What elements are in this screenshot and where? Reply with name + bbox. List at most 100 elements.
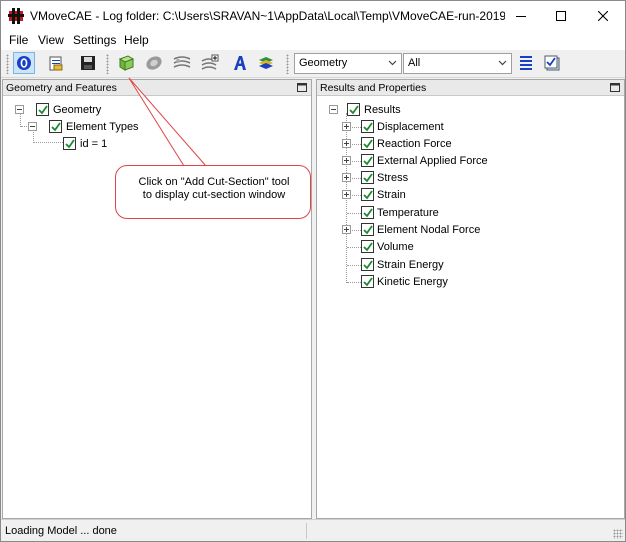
tree-node-strain[interactable]: Strain bbox=[342, 187, 602, 203]
tree-node-stress[interactable]: Stress bbox=[342, 170, 602, 186]
checkbox[interactable] bbox=[361, 258, 374, 271]
window-title: VMoveCAE - Log folder: C:\Users\SRAVAN~1… bbox=[30, 9, 505, 23]
panel-restore-icon[interactable] bbox=[610, 83, 620, 92]
surface-icon bbox=[173, 56, 191, 68]
tree-connector bbox=[347, 265, 361, 266]
app-window: VMoveCAE - Log folder: C:\Users\SRAVAN~1… bbox=[0, 0, 626, 542]
open-file-button[interactable] bbox=[45, 52, 67, 74]
menu-help[interactable]: Help bbox=[124, 33, 149, 47]
close-button[interactable] bbox=[581, 1, 625, 31]
minimize-button[interactable] bbox=[499, 1, 543, 31]
scene-type-combo[interactable]: Geometry bbox=[294, 53, 402, 74]
checkmark-icon bbox=[363, 173, 373, 183]
toolbar-grip[interactable] bbox=[106, 54, 109, 74]
tree-node-volume[interactable]: Volume bbox=[342, 239, 602, 255]
checkbox[interactable] bbox=[361, 171, 374, 184]
expand-icon[interactable] bbox=[342, 122, 351, 131]
tree-node-external-applied-force[interactable]: External Applied Force bbox=[342, 153, 602, 169]
minimize-icon bbox=[516, 16, 526, 17]
load-model-button[interactable] bbox=[13, 52, 35, 74]
checkmark-icon bbox=[65, 139, 75, 149]
tree-connector bbox=[20, 113, 21, 127]
panel-title: Results and Properties bbox=[320, 82, 427, 94]
iso-surface-button[interactable] bbox=[143, 52, 165, 74]
tree-node-strain-energy[interactable]: Strain Energy bbox=[342, 257, 602, 273]
panel-header: Results and Properties bbox=[317, 80, 624, 96]
tree-node-label: Kinetic Energy bbox=[377, 276, 448, 288]
tree-node-kinetic-energy[interactable]: Kinetic Energy bbox=[342, 274, 602, 290]
menu-view[interactable]: View bbox=[38, 33, 64, 47]
panel-restore-icon[interactable] bbox=[297, 83, 307, 92]
tree-node-label: id = 1 bbox=[80, 138, 108, 150]
title-bar[interactable]: VMoveCAE - Log folder: C:\Users\SRAVAN~1… bbox=[1, 1, 625, 31]
checkmark-icon bbox=[363, 156, 373, 166]
tree-node-label: Reaction Force bbox=[377, 138, 452, 150]
tree-node-element-nodal-force[interactable]: Element Nodal Force bbox=[342, 222, 602, 238]
results-properties-panel: Results and Properties Results Displacem… bbox=[316, 79, 625, 519]
tree-node-label: Temperature bbox=[377, 207, 439, 219]
expand-icon[interactable] bbox=[342, 173, 351, 182]
tree-node-temperature[interactable]: Temperature bbox=[342, 205, 602, 221]
menu-bar: File View Settings Help bbox=[1, 31, 625, 50]
collapse-icon[interactable] bbox=[15, 105, 24, 114]
maximize-icon bbox=[556, 11, 566, 21]
toolbar: Geometry All bbox=[1, 50, 625, 78]
expand-icon[interactable] bbox=[342, 139, 351, 148]
tree-connector bbox=[352, 230, 361, 231]
chevron-down-icon bbox=[388, 60, 397, 66]
checkbox[interactable] bbox=[361, 223, 374, 236]
checkbox[interactable] bbox=[361, 275, 374, 288]
menu-file[interactable]: File bbox=[9, 33, 28, 47]
resize-grip[interactable] bbox=[613, 529, 623, 539]
collapse-icon[interactable] bbox=[329, 105, 338, 114]
checkbox[interactable] bbox=[361, 206, 374, 219]
tree-connector bbox=[352, 144, 361, 145]
toolbar-grip[interactable] bbox=[286, 54, 289, 74]
save-button[interactable] bbox=[77, 52, 99, 74]
checkbox[interactable] bbox=[361, 137, 374, 150]
tree-node-label: Geometry bbox=[53, 104, 102, 116]
check-settings-icon bbox=[544, 55, 560, 71]
layers-stack-button[interactable] bbox=[255, 52, 277, 74]
checkbox[interactable] bbox=[49, 120, 62, 133]
vmovecae-logo-icon[interactable] bbox=[8, 8, 24, 24]
add-cut-section-button[interactable] bbox=[115, 52, 137, 74]
text-annotation-icon bbox=[234, 56, 246, 70]
tree-connector bbox=[347, 247, 361, 248]
tree-node-displacement[interactable]: Displacement bbox=[342, 119, 602, 135]
checkbox[interactable] bbox=[361, 240, 374, 253]
add-cut-section-icon bbox=[118, 55, 135, 71]
checkbox[interactable] bbox=[36, 103, 49, 116]
tree-node-reaction-force[interactable]: Reaction Force bbox=[342, 136, 602, 152]
checkmark-icon bbox=[363, 208, 373, 218]
checkbox[interactable] bbox=[63, 137, 76, 150]
toolbar-grip[interactable] bbox=[6, 54, 9, 74]
filter-combo[interactable]: All bbox=[403, 53, 512, 74]
tree-connector bbox=[347, 282, 361, 283]
checkbox[interactable] bbox=[347, 103, 360, 116]
expand-icon[interactable] bbox=[342, 190, 351, 199]
checkmark-icon bbox=[349, 105, 359, 115]
checkbox[interactable] bbox=[361, 120, 374, 133]
add-layer-button[interactable] bbox=[199, 52, 221, 74]
status-divider bbox=[306, 523, 307, 539]
save-icon bbox=[81, 56, 95, 70]
checkmark-icon bbox=[51, 122, 61, 132]
expand-icon[interactable] bbox=[342, 225, 351, 234]
tree-connector bbox=[352, 161, 361, 162]
tree-connector bbox=[352, 178, 361, 179]
surface-button[interactable] bbox=[171, 52, 193, 74]
text-annotation-button[interactable] bbox=[229, 52, 251, 74]
open-file-icon bbox=[49, 56, 63, 71]
callout-line-1: Click on "Add Cut-Section" tool bbox=[138, 176, 290, 188]
tree-connector bbox=[352, 195, 361, 196]
list-button[interactable] bbox=[515, 52, 537, 74]
check-settings-button[interactable] bbox=[541, 52, 563, 74]
checkbox[interactable] bbox=[361, 154, 374, 167]
expand-icon[interactable] bbox=[342, 156, 351, 165]
collapse-icon[interactable] bbox=[28, 122, 37, 131]
checkmark-icon bbox=[363, 190, 373, 200]
menu-settings[interactable]: Settings bbox=[73, 33, 116, 47]
checkbox[interactable] bbox=[361, 188, 374, 201]
maximize-button[interactable] bbox=[539, 1, 583, 31]
